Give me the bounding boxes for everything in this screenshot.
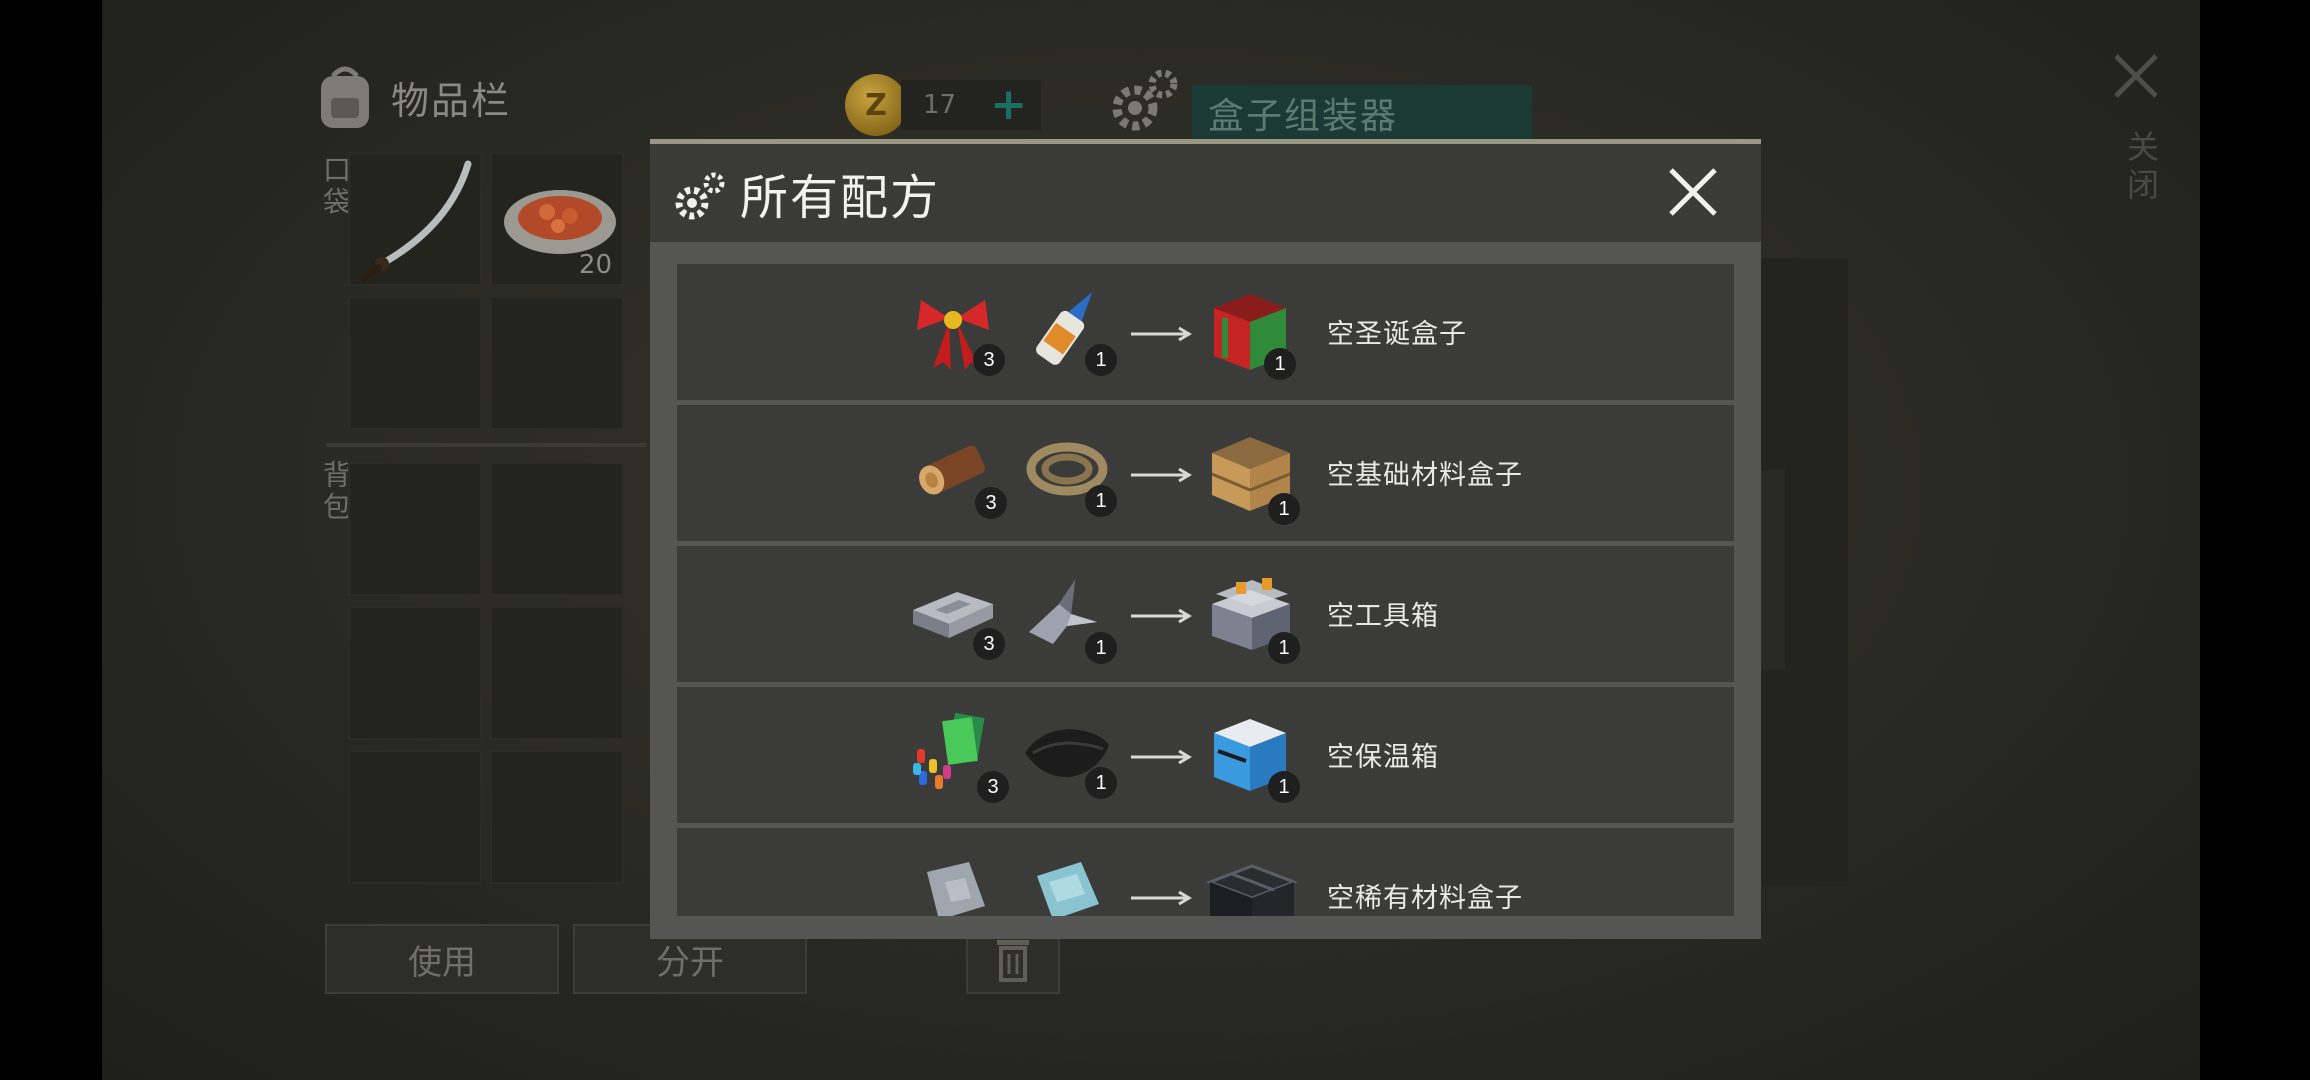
slot-count: 20 xyxy=(578,250,612,280)
count-badge: 3 xyxy=(977,771,1009,803)
recipe-input xyxy=(905,842,1001,916)
recipe-output: 1 xyxy=(1202,419,1300,525)
count-badge: 1 xyxy=(1264,348,1296,380)
recipe-row[interactable]: 空稀有材料盒子 xyxy=(677,828,1734,916)
arrow-right-icon xyxy=(1131,608,1192,624)
recipe-row[interactable]: 3 1 xyxy=(677,687,1734,823)
inventory-slot[interactable] xyxy=(348,750,482,884)
inventory-slot-katana[interactable] xyxy=(348,152,482,286)
recipe-input: 1 xyxy=(1019,278,1117,378)
count-badge: 3 xyxy=(975,487,1007,519)
coin-icon: Z xyxy=(845,74,907,136)
all-recipes-modal: 所有配方 3 1 1 空圣诞盒子 3 1 1 空基础材料盒子 3 1 1 空工具… xyxy=(650,139,1761,939)
recipe-name: 空保温箱 xyxy=(1327,742,1439,773)
recipe-output xyxy=(1202,842,1299,916)
inventory-slot[interactable] xyxy=(490,750,624,884)
katana-icon xyxy=(360,160,472,282)
recipe-list[interactable]: 3 1 1 空圣诞盒子 3 1 1 空基础材料盒子 3 1 1 空工具箱 3 1… xyxy=(677,264,1734,916)
add-coins-button[interactable]: + xyxy=(990,83,1027,127)
recipe-row[interactable]: 3 1 xyxy=(677,405,1734,541)
inventory-slot[interactable] xyxy=(348,296,482,430)
coin-bar: 17 + xyxy=(901,80,1041,130)
count-badge: 1 xyxy=(1085,344,1117,376)
crafter-title-box: 盒子组装器 xyxy=(1192,85,1532,141)
trash-icon xyxy=(997,940,1029,982)
recipe-name: 空稀有材料盒子 xyxy=(1327,883,1523,914)
recipe-input: 3 xyxy=(905,560,1005,660)
gears-icon xyxy=(1112,69,1178,131)
inventory-title: 物品栏 xyxy=(391,78,512,123)
count-badge: 1 xyxy=(1085,632,1117,664)
modal-body: 3 1 1 空圣诞盒子 3 1 1 空基础材料盒子 3 1 1 空工具箱 3 1… xyxy=(650,242,1761,939)
recipe-row[interactable]: 3 1 xyxy=(677,264,1734,400)
recipe-input xyxy=(1019,842,1115,916)
inventory-divider xyxy=(326,443,646,447)
inventory-slot[interactable] xyxy=(490,462,624,596)
recipe-input: 3 xyxy=(905,278,1005,378)
use-button[interactable]: 使用 xyxy=(325,924,559,994)
modal-title: 所有配方 xyxy=(740,170,941,226)
recipe-output: 1 xyxy=(1202,278,1298,380)
rare-material-box-icon xyxy=(1205,864,1299,916)
arrow-right-icon xyxy=(1131,890,1192,906)
recipe-output: 1 xyxy=(1202,701,1300,803)
coin-count: 17 xyxy=(923,90,957,120)
arrow-right-icon xyxy=(1131,749,1192,765)
recipe-name: 空圣诞盒子 xyxy=(1327,319,1467,350)
close-icon[interactable] xyxy=(1667,166,1719,218)
inventory-slot[interactable] xyxy=(490,296,624,430)
count-badge: 1 xyxy=(1085,485,1117,517)
count-badge: 1 xyxy=(1268,493,1300,525)
inventory-header: 物品栏 xyxy=(313,62,511,132)
backpack-icon xyxy=(321,66,369,128)
count-badge: 1 xyxy=(1268,771,1300,803)
close-label[interactable]: 关闭 xyxy=(2118,130,2164,206)
currency-display: Z 17 + xyxy=(845,74,1041,136)
recipe-row[interactable]: 3 1 xyxy=(677,546,1734,682)
recipe-name: 空工具箱 xyxy=(1327,601,1439,632)
count-badge: 1 xyxy=(1268,632,1300,664)
recipe-input: 3 xyxy=(905,701,1009,803)
recipe-input: 1 xyxy=(1019,419,1117,519)
gears-icon xyxy=(675,172,725,220)
modal-header: 所有配方 xyxy=(650,144,1761,242)
crafter-title: 盒子组装器 xyxy=(1208,96,1399,137)
inventory-slot[interactable] xyxy=(490,606,624,740)
recipe-input: 3 xyxy=(905,419,1007,519)
count-badge: 3 xyxy=(973,344,1005,376)
count-badge: 3 xyxy=(973,628,1005,660)
recipe-input: 1 xyxy=(1019,560,1117,664)
inventory-slot[interactable] xyxy=(348,462,482,596)
arrow-right-icon xyxy=(1131,467,1192,483)
coin-letter: Z xyxy=(865,87,887,123)
recipe-input: 1 xyxy=(1019,701,1117,801)
arrow-right-icon xyxy=(1131,326,1192,342)
glass-plate-icon xyxy=(1037,862,1099,916)
inventory-slot-food[interactable]: 20 xyxy=(490,152,624,286)
metal-plate-icon xyxy=(927,862,985,916)
recipe-name: 空基础材料盒子 xyxy=(1327,460,1523,491)
close-icon[interactable] xyxy=(2110,50,2162,102)
inventory-slot[interactable] xyxy=(348,606,482,740)
count-badge: 1 xyxy=(1085,767,1117,799)
recipe-output: 1 xyxy=(1202,560,1300,664)
